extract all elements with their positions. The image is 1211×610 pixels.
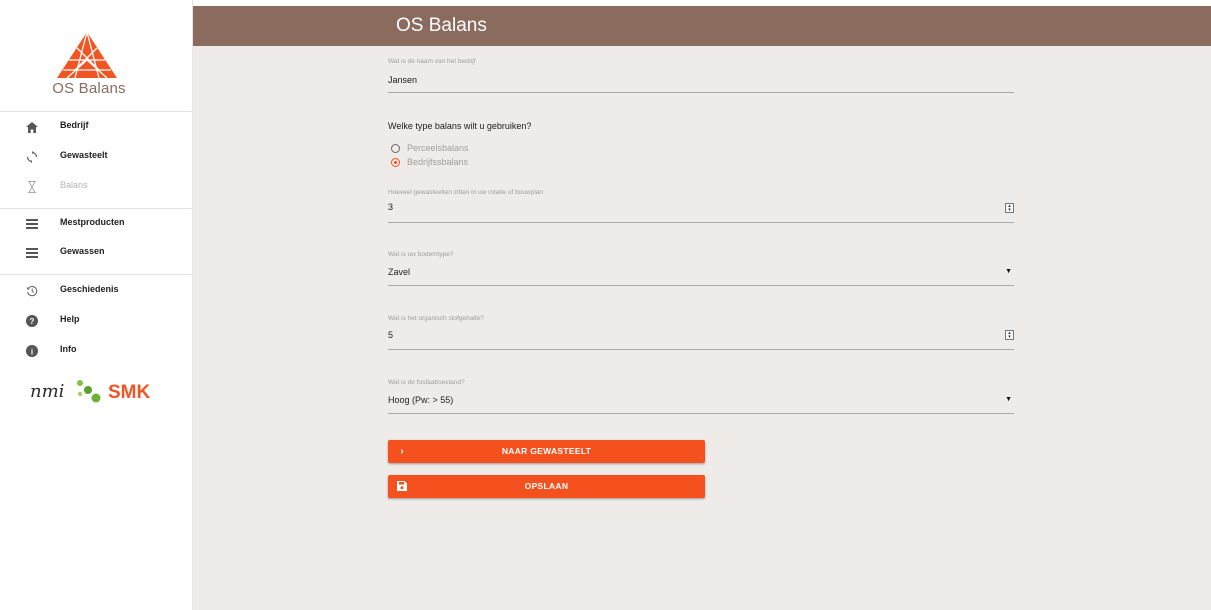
help-icon: ? bbox=[24, 313, 40, 329]
sidebar-item-help[interactable]: ? Help bbox=[0, 307, 192, 335]
logo-text: OS Balans bbox=[52, 80, 126, 97]
sync-icon bbox=[24, 149, 40, 165]
info-icon: i bbox=[24, 343, 40, 359]
field-underline bbox=[388, 413, 1014, 414]
radio-label: Perceelsbalans bbox=[407, 143, 469, 153]
field-underline bbox=[388, 92, 1014, 93]
list-icon bbox=[24, 216, 40, 232]
os-balans-logo-icon bbox=[57, 32, 117, 79]
sidebar-item-bedrijf[interactable]: Bedrijf bbox=[0, 113, 192, 141]
sidebar-item-label: Gewassen bbox=[60, 246, 105, 256]
sidebar-divider bbox=[0, 208, 192, 209]
svg-text:i: i bbox=[31, 347, 33, 356]
app-logo: OS Balans bbox=[0, 28, 192, 108]
field-label: Hoeveel gewasteelten zitten in uw rotati… bbox=[388, 189, 544, 196]
smk-logo: SMK bbox=[108, 382, 151, 403]
company-name-input[interactable]: Jansen bbox=[388, 75, 417, 85]
field-underline bbox=[388, 222, 1014, 223]
field-label: Wat is het organisch stofgehalte? bbox=[388, 315, 484, 322]
sidebar-item-label: Balans bbox=[60, 180, 88, 190]
radio-bedrijfssbalans[interactable]: Bedrijfssbalans bbox=[391, 157, 591, 169]
radio-checked-icon bbox=[391, 158, 400, 167]
sidebar-item-label: Gewasteelt bbox=[60, 150, 108, 160]
page-title: OS Balans bbox=[396, 15, 487, 36]
sidebar-item-gewasteelt[interactable]: Gewasteelt bbox=[0, 143, 192, 171]
number-spinner-icon[interactable]: ▴ ▾ bbox=[1005, 330, 1014, 340]
sidebar-divider bbox=[0, 274, 192, 275]
sidebar-item-geschiedenis[interactable]: Geschiedenis bbox=[0, 277, 192, 305]
radio-unchecked-icon bbox=[391, 144, 400, 153]
crops-count-input[interactable]: 3 bbox=[388, 202, 393, 212]
number-spinner-icon[interactable]: ▴ ▾ bbox=[1005, 203, 1014, 213]
balance-type-question: Welke type balans wilt u gebruiken? bbox=[388, 121, 532, 131]
sidebar-divider bbox=[0, 111, 192, 112]
sidebar-item-label: Help bbox=[60, 314, 80, 324]
company-name-field[interactable]: Wat is de naam van het bedrijf Jansen bbox=[388, 58, 1014, 94]
button-label: OPSLAAN bbox=[524, 481, 569, 491]
organic-matter-input[interactable]: 5 bbox=[388, 330, 393, 340]
sidebar-item-label: Geschiedenis bbox=[60, 284, 119, 294]
app-header: OS Balans bbox=[193, 6, 1211, 46]
field-label: Wat is de naam van het bedrijf bbox=[388, 58, 476, 65]
hourglass-icon bbox=[24, 179, 40, 195]
soil-type-field[interactable]: Wat is uw bodemtype? Zavel ▼ bbox=[388, 251, 1014, 287]
sidebar-item-label: Mestproducten bbox=[60, 217, 125, 227]
nmi-dots-icon bbox=[77, 380, 101, 403]
button-label: NAAR GEWASTEELT bbox=[501, 446, 592, 456]
sidebar-item-info[interactable]: i Info bbox=[0, 337, 192, 365]
crops-count-field[interactable]: Hoeveel gewasteelten zitten in uw rotati… bbox=[388, 189, 1014, 225]
field-label: Wat is de fosfaattoestand? bbox=[388, 379, 465, 386]
dropdown-arrow-icon[interactable]: ▼ bbox=[1005, 396, 1012, 403]
soil-type-select[interactable]: Zavel bbox=[388, 267, 410, 277]
sidebar-item-label: Info bbox=[60, 344, 77, 354]
sidebar-item-label: Bedrijf bbox=[60, 120, 89, 130]
list-icon bbox=[24, 245, 40, 261]
history-icon bbox=[24, 283, 40, 299]
naar-gewasteelt-button[interactable]: › NAAR GEWASTEELT bbox=[388, 440, 705, 463]
sidebar: OS Balans Bedrijf Gewasteelt Balans Mest… bbox=[0, 0, 193, 610]
partner-logos: nmi SMK bbox=[30, 378, 170, 408]
home-icon bbox=[24, 119, 40, 135]
field-underline bbox=[388, 349, 1014, 350]
nmi-logo: nmi bbox=[30, 381, 65, 402]
dropdown-arrow-icon[interactable]: ▼ bbox=[1005, 268, 1012, 275]
radio-perceelsbalans[interactable]: Perceelsbalans bbox=[391, 143, 591, 155]
sidebar-item-balans[interactable]: Balans bbox=[0, 173, 192, 201]
main-content: Wat is de naam van het bedrijf Jansen We… bbox=[193, 46, 1211, 610]
sidebar-item-mestproducten[interactable]: Mestproducten bbox=[0, 210, 192, 238]
radio-label: Bedrijfssbalans bbox=[407, 157, 469, 167]
phosphate-select[interactable]: Hoog (Pw: > 55) bbox=[388, 395, 453, 405]
save-button[interactable]: OPSLAAN bbox=[388, 475, 705, 498]
field-label: Wat is uw bodemtype? bbox=[388, 251, 454, 258]
sidebar-item-gewassen[interactable]: Gewassen bbox=[0, 239, 192, 267]
organic-matter-field[interactable]: Wat is het organisch stofgehalte? 5 ▴ ▾ bbox=[388, 315, 1014, 351]
field-underline bbox=[388, 285, 1014, 286]
phosphate-field[interactable]: Wat is de fosfaattoestand? Hoog (Pw: > 5… bbox=[388, 379, 1014, 415]
svg-text:?: ? bbox=[30, 317, 35, 326]
